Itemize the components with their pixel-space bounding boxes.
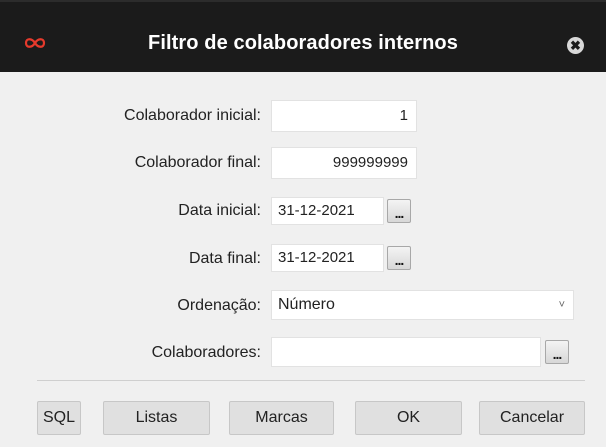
- colaboradores-input[interactable]: [271, 337, 541, 367]
- data-final-picker-button[interactable]: ...: [387, 246, 411, 270]
- colaborador-final-input[interactable]: 999999999: [271, 147, 417, 179]
- dialog-title: Filtro de colaboradores internos: [148, 32, 458, 54]
- colaborador-final-label: Colaborador final:: [134, 154, 261, 171]
- ellipsis-icon: ...: [394, 205, 405, 221]
- colaborador-inicial-label: Colaborador inicial:: [124, 107, 261, 124]
- dialog-title-bar: Filtro de colaboradores internos ✖: [0, 0, 606, 72]
- ellipsis-icon: ...: [394, 252, 405, 268]
- ordenacao-selected-value: Número: [278, 296, 335, 313]
- ordenacao-label: Ordenação:: [177, 297, 261, 314]
- data-inicial-input[interactable]: 31-12-2021: [271, 197, 384, 225]
- ok-button[interactable]: OK: [355, 401, 462, 435]
- data-inicial-picker-button[interactable]: ...: [387, 199, 411, 223]
- title-bar-top-line: [0, 0, 606, 2]
- sql-button[interactable]: SQL: [37, 401, 81, 435]
- cancelar-button[interactable]: Cancelar: [479, 401, 585, 435]
- data-inicial-label: Data inicial:: [178, 202, 261, 219]
- listas-button[interactable]: Listas: [103, 401, 210, 435]
- colaborador-inicial-input[interactable]: 1: [271, 100, 417, 132]
- ordenacao-select[interactable]: Número ˅: [271, 290, 574, 320]
- close-button[interactable]: ✖: [567, 37, 584, 54]
- data-final-input[interactable]: 31-12-2021: [271, 244, 384, 272]
- marcas-button[interactable]: Marcas: [229, 401, 334, 435]
- ellipsis-icon: ...: [552, 346, 563, 362]
- data-final-label: Data final:: [188, 250, 261, 267]
- colaboradores-picker-button[interactable]: ...: [545, 340, 569, 364]
- footer-divider: [37, 380, 585, 381]
- chevron-down-icon: ˅: [558, 299, 565, 311]
- close-icon: ✖: [570, 38, 581, 53]
- colaboradores-label: Colaboradores:: [151, 344, 261, 361]
